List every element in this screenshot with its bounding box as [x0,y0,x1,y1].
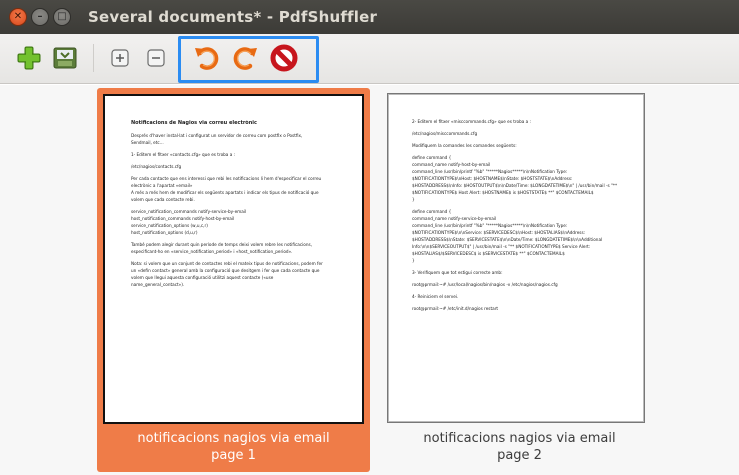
document-text-line: Notificacions de Nagios via correu elect… [131,120,257,126]
document-text-line: define command { [412,209,452,214]
import-pdf-button[interactable] [14,43,44,73]
page-thumbnail-1[interactable]: Notificacions de Nagios via correu elect… [97,88,370,472]
document-text-line: volem que llegui aquesta configuració ut… [131,275,274,280]
document-text-line: $NOTIFICATIONTYPE$\n\nService: $SERVICED… [412,230,586,235]
document-text-line: Modifiquem la comandes les comandes segü… [412,143,517,148]
page-caption-2: notificacions nagios via email page 2 [383,430,656,464]
document-text-line: $HOSTADDRESS$\nState: $SERVICESTATE$\n\n… [412,237,603,242]
document-text-line: 2- Editem el fitxer «misccommands.cfg» q… [412,119,531,124]
document-text-line: També podem alegir durant quin període d… [131,242,313,247]
title-bar: ✕ – □ Several documents* - PdfShuffler [0,0,739,34]
document-text-line: name_general_contact»). [131,282,185,287]
document-text-line: service_notification_commands notify-ser… [131,209,247,214]
document-text-line: Per cada contacte que ens interessi que … [131,176,322,181]
document-text-line: } [412,258,415,263]
zoom-out-icon [147,49,165,67]
page-2-content: 2- Editem el fitxer «misccommands.cfg» q… [412,118,626,312]
document-text-line: /etc/nagios/misccommands.cfg [412,131,478,136]
document-text-line: root@prmail:~# /etc/init.d/nagios restar… [412,306,499,311]
zoom-in-icon [111,49,129,67]
document-text-line: un «defin contact» general amb la config… [131,268,320,273]
document-text-line: Nota: si volem que un conjunt de contact… [131,261,323,266]
document-text-line: root@prmail:~# /usr/local/nagios/bin/nag… [412,282,558,287]
document-text-line: service_notification_options (w,u,c,r) [131,223,208,228]
page-preview-1[interactable]: Notificacions de Nagios via correu elect… [103,94,364,424]
document-text-line: 4- Reiniciem el servei. [412,294,459,299]
document-text-line: /etc/nagios/contacts.cfg [131,164,182,169]
document-text-line: electrònic a l'apartat «email» [131,183,193,188]
document-text-line: command_name notify-host-by-email [412,162,491,167]
page-caption-1: notificacions nagios via email page 1 [97,430,370,464]
window-close-button[interactable]: ✕ [9,8,27,26]
export-pdf-button[interactable] [50,43,80,73]
close-icon: ✕ [13,11,23,22]
toolbar-separator [93,44,94,72]
document-text-line: $NOTIFICATIONTYPE$\nHost: $HOSTNAME$\nSt… [412,176,573,181]
window-maximize-button[interactable]: □ [53,8,71,26]
document-text-line: command_name notify-service-by-email [412,216,497,221]
document-text-line: Sendmail, etc... [131,140,164,145]
document-text-line: host_notification_commands notify-host-b… [131,216,235,221]
document-text-line: $NOTIFICATIONTYPE$ Host Alert: $HOSTNAME… [412,190,594,195]
page-thumbnail-2[interactable]: 2- Editem el fitxer «misccommands.cfg» q… [383,88,656,472]
page-1-content: Notificacions de Nagios via correu elect… [131,120,343,288]
save-icon [53,47,77,69]
document-text-line: define command { [412,155,452,160]
document-text-line: especificant-ho en «service_notification… [131,249,293,254]
zoom-out-button[interactable] [143,45,169,71]
zoom-in-button[interactable] [107,45,133,71]
page-caption-number: page 2 [497,448,542,463]
page-caption-title: notificacions nagios via email [137,431,330,446]
green-plus-icon [17,46,41,70]
document-text-line: Després d'haver instal·lat i configurat … [131,133,303,138]
document-text-line: volem que cada contacte rebi. [131,197,195,202]
document-text-line: Info:\n\n$SERVICEOUTPUT$" | /usr/bin/mai… [412,244,591,249]
maximize-icon: □ [57,11,67,22]
page-caption-number: page 1 [211,448,256,463]
document-text-line: host_notification_options (d,u,r) [131,230,198,235]
rotate-delete-highlight [178,36,319,83]
document-text-line: 3- Verifiquem que tot estigui correcte a… [412,270,503,275]
document-text-line: command_line /usr/bin/printf "%b" "*****… [412,223,568,228]
window-minimize-button[interactable]: – [31,8,49,26]
minimize-icon: – [37,11,43,22]
document-text-line: $HOSTADDRESS$\nInfo: $HOSTOUTPUT$\n\nDat… [412,183,618,188]
document-text-line: A més a més hem de modificar els següent… [131,190,319,195]
document-text-line: $HOSTALIAS$/$SERVICEDESC$ is $SERVICESTA… [412,251,565,256]
document-text-line: 1- Editem el fitxer «contacts.cfg» que e… [131,152,236,157]
page-caption-title: notificacions nagios via email [423,431,616,446]
document-text-line: } [412,197,415,202]
window-title: Several documents* - PdfShuffler [88,8,378,26]
document-text-line: command_line /usr/bin/printf "%b" "*****… [412,169,568,174]
toolbar [0,34,739,84]
page-preview-2[interactable]: 2- Editem el fitxer «misccommands.cfg» q… [387,93,645,423]
pages-view: Notificacions de Nagios via correu elect… [0,85,739,475]
